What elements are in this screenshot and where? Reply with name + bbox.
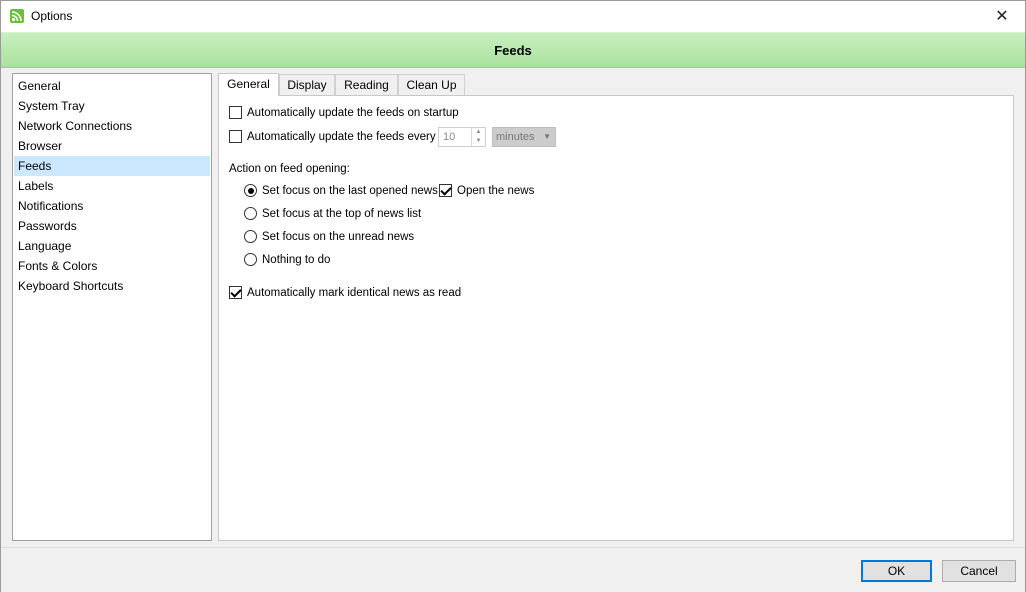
radio-unread[interactable] — [244, 230, 257, 243]
update-interval-unit-select[interactable]: minutes ▼ — [492, 127, 556, 147]
radio-nothing[interactable] — [244, 253, 257, 266]
update-every-checkbox[interactable] — [229, 130, 242, 143]
tab-reading[interactable]: Reading — [335, 74, 398, 95]
sidebar-item-general[interactable]: General — [14, 76, 210, 96]
mark-identical-checkbox[interactable] — [229, 286, 242, 299]
radio-option-last-opened[interactable]: Set focus on the last opened news — [244, 184, 438, 197]
sidebar-item-fonts-colors[interactable]: Fonts & Colors — [14, 256, 210, 276]
options-category-list[interactable]: General System Tray Network Connections … — [12, 73, 212, 541]
ok-button[interactable]: OK — [861, 560, 932, 582]
page-title: Feeds — [494, 42, 532, 58]
close-icon: ✕ — [995, 8, 1009, 25]
update-on-startup-label: Automatically update the feeds on startu… — [247, 106, 459, 119]
sidebar-item-language[interactable]: Language — [14, 236, 210, 256]
spin-arrows-icon[interactable]: ▲ ▼ — [471, 128, 485, 146]
update-interval-value: 10 — [443, 131, 456, 143]
open-the-news-checkbox[interactable] — [439, 184, 452, 197]
radio-top-of-list[interactable] — [244, 207, 257, 220]
sidebar-item-browser[interactable]: Browser — [14, 136, 210, 156]
update-on-startup-option[interactable]: Automatically update the feeds on startu… — [229, 106, 459, 119]
tab-clean-up[interactable]: Clean Up — [398, 74, 465, 95]
radio-option-unread[interactable]: Set focus on the unread news — [244, 230, 414, 243]
radio-top-of-list-label: Set focus at the top of news list — [262, 207, 422, 220]
general-tab-panel: Automatically update the feeds on startu… — [218, 95, 1014, 541]
radio-option-top-of-list[interactable]: Set focus at the top of news list — [244, 207, 421, 220]
tab-display[interactable]: Display — [279, 74, 335, 95]
action-on-feed-opening-label: Action on feed opening: — [229, 163, 350, 175]
cancel-button[interactable]: Cancel — [942, 560, 1016, 582]
page-banner: Feeds — [1, 32, 1025, 68]
chevron-down-icon: ▼ — [543, 132, 551, 141]
options-window: Options ✕ Feeds General System Tray Netw… — [0, 0, 1026, 592]
update-every-label: Automatically update the feeds every — [247, 130, 436, 143]
radio-option-nothing[interactable]: Nothing to do — [244, 253, 330, 266]
sidebar-item-keyboard-shortcuts[interactable]: Keyboard Shortcuts — [14, 276, 210, 296]
radio-last-opened[interactable] — [244, 184, 257, 197]
sidebar-item-feeds[interactable]: Feeds — [14, 156, 210, 176]
close-button[interactable]: ✕ — [979, 1, 1025, 31]
radio-nothing-label: Nothing to do — [262, 253, 331, 266]
sidebar-item-passwords[interactable]: Passwords — [14, 216, 210, 236]
mark-identical-label: Automatically mark identical news as rea… — [247, 286, 462, 299]
update-interval-unit-value: minutes — [496, 131, 535, 143]
dialog-footer: OK Cancel — [1, 547, 1025, 592]
title-bar: Options ✕ — [1, 1, 1025, 32]
radio-last-opened-label: Set focus on the last opened news — [262, 184, 438, 197]
sidebar-item-network-connections[interactable]: Network Connections — [14, 116, 210, 136]
open-the-news-label: Open the news — [457, 184, 535, 197]
tab-general[interactable]: General — [218, 73, 279, 96]
open-the-news-option[interactable]: Open the news — [439, 184, 534, 197]
sidebar-item-notifications[interactable]: Notifications — [14, 196, 210, 216]
mark-identical-option[interactable]: Automatically mark identical news as rea… — [229, 286, 461, 299]
update-on-startup-checkbox[interactable] — [229, 106, 242, 119]
radio-unread-label: Set focus on the unread news — [262, 230, 415, 243]
window-title: Options — [31, 9, 73, 23]
sidebar-item-labels[interactable]: Labels — [14, 176, 210, 196]
update-interval-spinbox[interactable]: 10 ▲ ▼ — [438, 127, 486, 147]
sidebar-item-system-tray[interactable]: System Tray — [14, 96, 210, 116]
rss-icon — [10, 9, 24, 23]
update-every-option[interactable]: Automatically update the feeds every — [229, 130, 436, 143]
